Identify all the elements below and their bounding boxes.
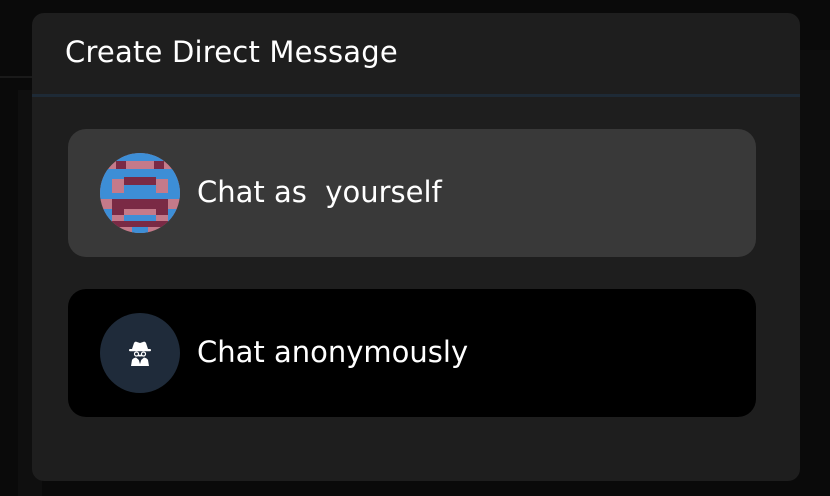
dialog-header: Create Direct Message bbox=[32, 13, 800, 95]
chat-as-yourself-label: Chat as yourself bbox=[197, 175, 442, 209]
create-dm-dialog: Create Direct Message Chat as yourself C… bbox=[32, 13, 800, 481]
dialog-title: Create Direct Message bbox=[65, 35, 398, 69]
anonymous-avatar bbox=[100, 313, 180, 393]
incognito-spy-icon bbox=[129, 341, 151, 366]
header-divider bbox=[32, 94, 800, 97]
chat-anonymously-label: Chat anonymously bbox=[197, 335, 469, 369]
chat-as-yourself-button[interactable]: Chat as yourself bbox=[68, 129, 756, 257]
chat-anonymously-button[interactable]: Chat anonymously bbox=[68, 289, 756, 417]
user-avatar bbox=[100, 153, 180, 233]
pixel-identicon-avatar bbox=[100, 153, 180, 233]
backdrop-panel-right bbox=[800, 50, 830, 210]
